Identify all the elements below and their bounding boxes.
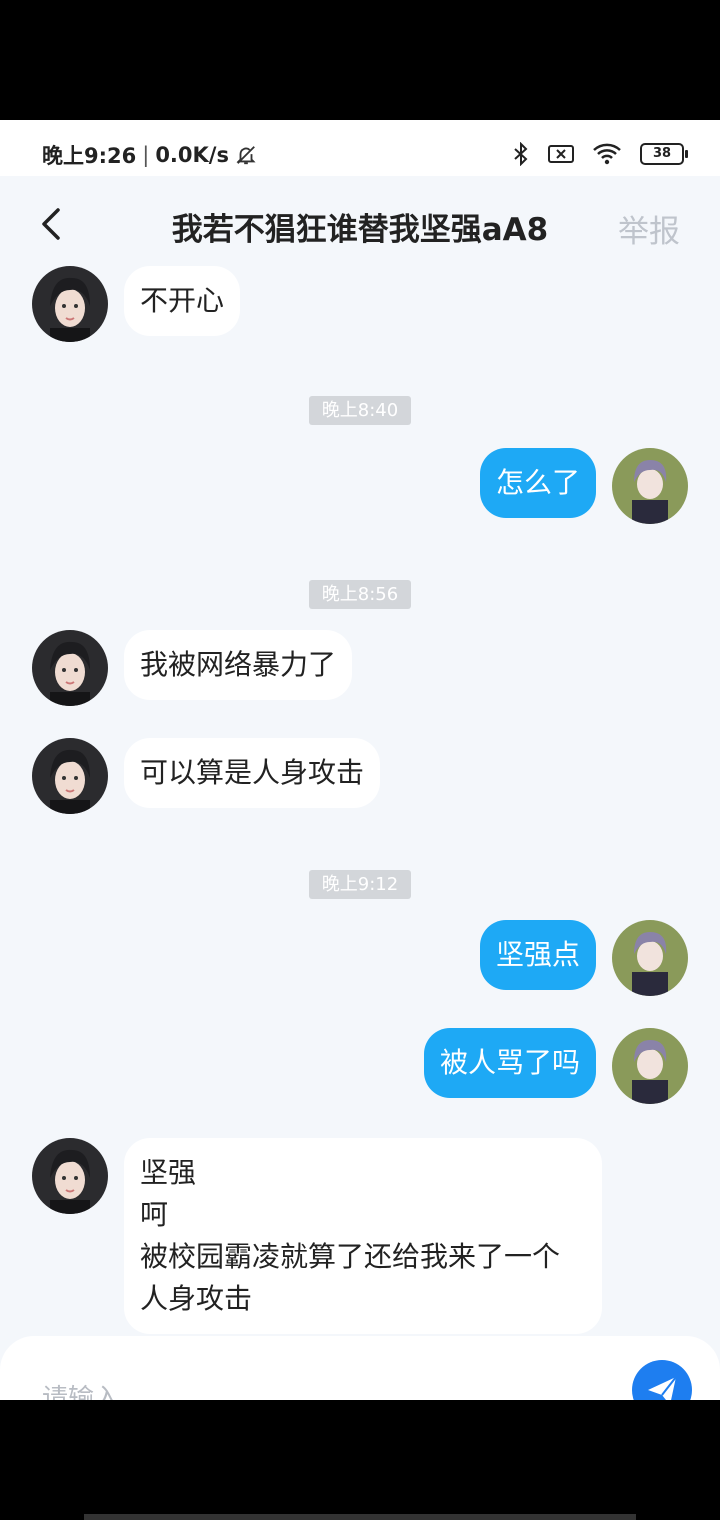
message-line: 坚强 <box>140 1156 197 1189</box>
chat-header: 我若不猖狂谁替我坚强aA8 举报 <box>0 176 720 272</box>
bell-off-icon <box>236 146 256 165</box>
message-bubble-other[interactable]: 不开心 <box>124 266 241 336</box>
boy-avatar-icon <box>612 448 688 524</box>
avatar[interactable] <box>32 630 108 706</box>
girl-avatar-icon <box>32 738 108 814</box>
message-bubble-me[interactable]: 坚强点 <box>479 920 596 990</box>
avatar[interactable] <box>32 1138 108 1214</box>
avatar[interactable] <box>612 448 688 524</box>
chat-screen: 晚上9:26 | 0.0K/s 38 我若不猖狂谁替我坚强aA8 举报 不开心 … <box>0 120 720 1400</box>
input-bar: 请输入... <box>0 1336 720 1400</box>
avatar[interactable] <box>612 1028 688 1104</box>
message-bubble-me[interactable]: 怎么了 <box>479 448 596 518</box>
avatar[interactable] <box>32 738 108 814</box>
timestamp: 晚上8:40 <box>308 396 412 425</box>
send-button[interactable] <box>632 1360 692 1400</box>
boy-avatar-icon <box>612 1028 688 1104</box>
boy-avatar-icon <box>612 920 688 996</box>
network-speed: 0.0K/s <box>155 143 229 167</box>
avatar[interactable] <box>612 920 688 996</box>
nav-indicator <box>84 1514 636 1520</box>
avatar[interactable] <box>32 266 108 342</box>
girl-avatar-icon <box>32 266 108 342</box>
timestamp: 晚上9:12 <box>308 870 412 899</box>
timestamp: 晚上8:56 <box>308 580 412 609</box>
girl-avatar-icon <box>32 1138 108 1214</box>
sim-off-icon <box>548 145 574 163</box>
report-button[interactable]: 举报 <box>618 206 680 251</box>
page-title: 我若不猖狂谁替我坚强aA8 <box>171 212 549 248</box>
message-bubble-other[interactable]: 可以算是人身攻击 <box>124 738 381 808</box>
bluetooth-icon <box>514 142 528 166</box>
girl-avatar-icon <box>32 630 108 706</box>
status-bar: 晚上9:26 | 0.0K/s 38 <box>0 120 720 176</box>
message-bubble-me[interactable]: 被人骂了吗 <box>423 1028 596 1098</box>
message-bubble-other[interactable]: 我被网络暴力了 <box>124 630 353 700</box>
message-input[interactable]: 请输入... <box>42 1378 145 1400</box>
message-line: 被校园霸凌就算了还给我来了一个人身攻击 <box>140 1240 561 1315</box>
wifi-icon <box>593 143 621 165</box>
send-icon <box>648 1376 677 1400</box>
battery-icon: 38 <box>640 143 688 165</box>
message-bubble-other[interactable]: 坚强 呵 被校园霸凌就算了还给我来了一个人身攻击 <box>124 1138 602 1334</box>
message-line: 呵 <box>140 1198 169 1231</box>
status-time: 晚上9:26 <box>42 144 137 168</box>
